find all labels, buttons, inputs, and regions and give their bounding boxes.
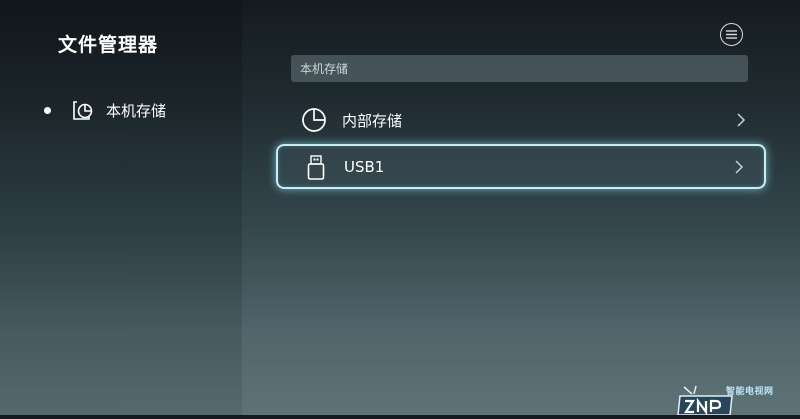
watermark: 智能电视网: [676, 384, 800, 416]
storage-pie-icon: [73, 101, 93, 120]
sidebar-item-local-storage[interactable]: 本机存储: [40, 96, 230, 124]
app-title: 文件管理器: [58, 34, 159, 56]
usb-drive-icon: [307, 154, 325, 180]
storage-item-internal[interactable]: 内部存储: [276, 98, 766, 142]
storage-item-usb1[interactable]: USB1: [276, 144, 766, 189]
breadcrumb-path: 本机存储: [300, 62, 349, 76]
sidebar: 文件管理器 本机存储: [0, 0, 242, 415]
pie-chart-icon: [302, 108, 326, 132]
menu-button[interactable]: [720, 23, 743, 46]
watermark-text: 智能电视网: [726, 387, 774, 397]
chevron-right-icon: [735, 159, 744, 174]
breadcrumb: 本机存储: [291, 55, 748, 82]
storage-item-label: 内部存储: [342, 111, 403, 130]
chevron-right-icon: [737, 113, 746, 127]
sidebar-item-label: 本机存储: [106, 101, 167, 120]
storage-item-label: USB1: [344, 157, 385, 176]
menu-icon: [726, 30, 737, 39]
selected-indicator-dot: [44, 106, 51, 114]
